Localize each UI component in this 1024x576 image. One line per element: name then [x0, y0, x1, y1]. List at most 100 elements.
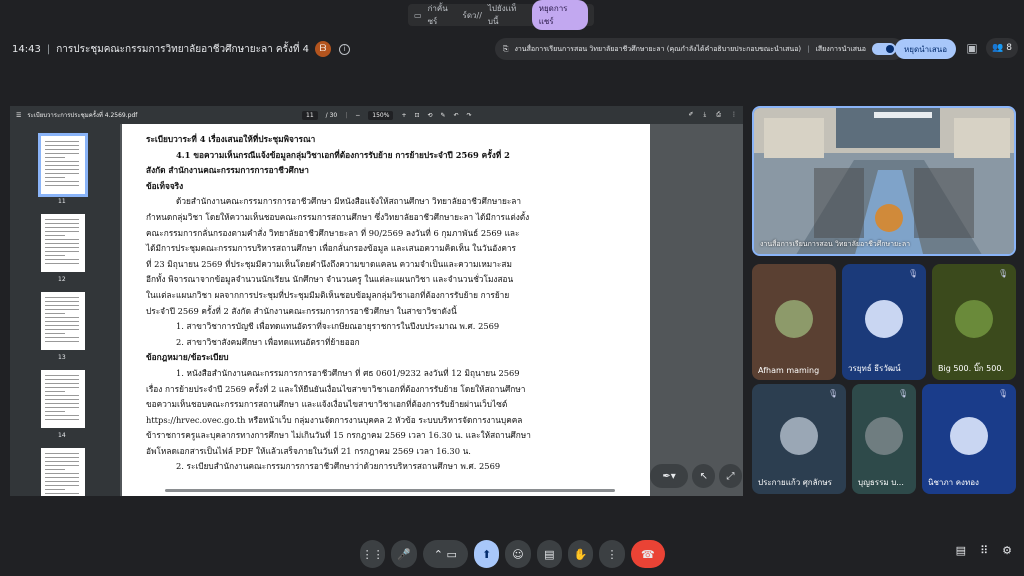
- thumbnail-sidebar: 11 12 13 14: [10, 124, 120, 496]
- side-panel-buttons: ▤ ⠿ ⚙: [956, 544, 1012, 557]
- participant-tile[interactable]: 🎙 ประกายแก้ว ศุกลักษร: [752, 384, 846, 494]
- end-call-button[interactable]: ☎: [630, 540, 666, 568]
- mic-muted-icon: 🎙: [998, 389, 1009, 398]
- thumbnail-page[interactable]: [41, 448, 85, 496]
- annotation-pen-icon[interactable]: ✒▾: [650, 464, 689, 488]
- participant-avatar: [865, 416, 903, 455]
- header-separator: |: [46, 43, 51, 55]
- pdf-paragraph: กำหนดกลุ่มวิชา โดยให้ความเห็นชอบคณะกรรมก…: [146, 211, 530, 222]
- undo-icon[interactable]: ↶: [454, 112, 459, 119]
- raise-hand-button[interactable]: ✋: [567, 540, 594, 568]
- mic-muted-icon: 🎙: [828, 389, 839, 398]
- pdf-paragraph: ได้มีการประชุมคณะกรรมการบริหารสถานศึกษา …: [146, 243, 516, 254]
- thumbnail-page[interactable]: [38, 133, 88, 197]
- microphone-button[interactable]: 🎤: [391, 540, 417, 568]
- present-icon: ⎘: [502, 44, 509, 53]
- thumbnail-label: 12: [58, 276, 66, 283]
- room-camera-tile[interactable]: งานสื่อการเรียนการสอน วิทยาลัยอาชีวศึกษา…: [752, 106, 1016, 256]
- pdf-paragraph: ในแต่ละแผนกวิชา ผลจากการประชุมที่ประชุมม…: [146, 289, 510, 300]
- pdf-paragraph: คณะกรรมการกลั่นกรองตามคำสั่ง วิทยาลัยอาช…: [146, 227, 520, 238]
- participant-avatar: [955, 299, 993, 338]
- participant-name: Big 500. บิ๊ก 500.: [938, 364, 1004, 373]
- people-button[interactable]: 👥 8: [986, 38, 1018, 58]
- share-bar: ▭ ก่าคั้นซร์ ร์ดว// ไปยังเเท็บนี้ หยุดกา…: [408, 0, 594, 30]
- pdf-paragraph: 2. สาขาวิชาสังคมศึกษา เพื่อทดแทนอัตราที่…: [176, 336, 360, 347]
- meeting-title: การประชุมคณะกรรมการวิทยาลัยอาชีวศึกษายะล…: [56, 43, 310, 55]
- room-camera-image: [754, 108, 1014, 254]
- emoji-button[interactable]: ☺: [505, 540, 531, 568]
- participant-avatar: [780, 416, 818, 455]
- pdf-paragraph: ที่ 23 มิถุนายน 2569 ที่ประชุมมีความเห็น…: [146, 258, 512, 269]
- thumbnail-page[interactable]: [41, 292, 85, 350]
- pdf-paragraph: 2. ระเบียบสำนักงานคณะกรรมการการอาชีวศึกษ…: [176, 461, 501, 472]
- pdf-paragraph: ข้อเท็จจริง: [146, 180, 184, 191]
- participant-name: Afham maming: [758, 366, 820, 375]
- more-options-button[interactable]: ⋮: [599, 540, 625, 568]
- shared-screen: ☰ ระเบียบวาระการประชุมครั้งที่ 4.2569.pd…: [10, 106, 743, 496]
- participant-tile[interactable]: 🎙 นิชาภา คงทอง: [922, 384, 1016, 494]
- pointer-icon[interactable]: ↖: [692, 464, 716, 488]
- zoom-out-icon[interactable]: −: [355, 112, 360, 119]
- pdf-paragraph: อีกทั้ง พิจารณาจากข้อมูลจำนวนนักเรียน นั…: [146, 274, 514, 285]
- pdf-paragraph: 4.1 ขอความเห็นกรณีแจ้งข้อมูลกลุ่มวิชาเอก…: [176, 149, 510, 160]
- participant-tile[interactable]: 🎙 วรยุทธ์ ธีรวัฒน์: [842, 264, 926, 380]
- pdf-paragraph: ด้วยสำนักงานคณะกรรมการการอาชีวศึกษา มีหน…: [176, 196, 522, 207]
- print-icon[interactable]: ⎙: [716, 111, 721, 119]
- thumbnail-page[interactable]: [41, 214, 85, 272]
- pin-presentation-icon[interactable]: ▣: [964, 40, 980, 56]
- annotate-icon[interactable]: ✎: [441, 112, 446, 119]
- redo-icon[interactable]: ↷: [467, 112, 472, 119]
- pdf-paragraph: ข้อกฎหมาย/ข้อระเบียบ: [146, 352, 229, 363]
- room-camera-label: งานสื่อการเรียนการสอน วิทยาลัยอาชีวศึกษา…: [760, 240, 911, 248]
- more-icon[interactable]: ⋮: [731, 111, 737, 119]
- rotate-icon[interactable]: ⟲: [428, 112, 433, 119]
- activities-icon[interactable]: ⠿: [980, 544, 988, 557]
- presenting-text: งานสื่อการเรียนการสอน วิทยาลัยอาชีวศึกษา…: [514, 44, 802, 53]
- fullscreen-icon[interactable]: ⤢: [719, 464, 742, 488]
- stop-sharing-button[interactable]: หยุดการแชร์: [531, 0, 588, 30]
- presentation-audio-toggle[interactable]: [872, 43, 896, 55]
- participant-avatar: [775, 299, 813, 338]
- participant-avatar: [950, 416, 988, 455]
- recording-icon[interactable]: ᗷ: [315, 41, 332, 57]
- host-controls-icon[interactable]: ⚙: [1002, 544, 1012, 557]
- camera-button[interactable]: ⌃ ▭: [422, 540, 468, 568]
- thumbnail-label: 11: [58, 198, 66, 205]
- info-icon[interactable]: i: [339, 43, 351, 55]
- participant-name: วรยุทธ์ ธีรวัฒน์: [848, 364, 901, 373]
- page-number-input[interactable]: 11: [302, 110, 318, 120]
- presenting-banner: ⎘ งานสื่อการเรียนการสอน วิทยาลัยอาชีวศึก…: [494, 38, 904, 60]
- pdf-filename: ระเบียบวาระการประชุมครั้งที่ 4.2569.pdf: [27, 112, 138, 119]
- share-label-1[interactable]: ก่าคั้นซร์: [428, 2, 457, 28]
- zoom-level[interactable]: 150%: [368, 110, 394, 120]
- fit-page-icon[interactable]: ⊡: [414, 112, 419, 119]
- stop-presenting-button[interactable]: หยุดนำเสนอ: [894, 39, 956, 59]
- pdf-paragraph: ขอความเห็นชอบคณะกรรมการสถานศึกษา และแจ้ง…: [146, 399, 508, 410]
- pdf-paragraph: ข้าราชการครูและบุคลากรทางการศึกษา ไม่เกิ…: [146, 430, 531, 441]
- share-label-3[interactable]: ไปยังเเท็บนี้: [488, 2, 526, 28]
- pdf-paragraph: อัพโหลดเอกสารเป็นไฟล์ PDF ให้แล้วเสร็จภา…: [146, 445, 471, 456]
- thumbnail-page[interactable]: [41, 370, 85, 428]
- thumbnail-label: 13: [58, 354, 66, 361]
- pdf-page: ระเบียบวาระที่ 4 เรื่องเสนอให้ที่ประชุมพ…: [122, 124, 650, 496]
- share-label-2[interactable]: ร์ดว//: [463, 9, 482, 22]
- menu-icon[interactable]: ☰: [16, 112, 21, 119]
- pdf-paragraph: https://hrvec.ovec.go.th หรือหน้าเว็บ กล…: [146, 414, 523, 425]
- screen-share-controls: ✒▾ ↖ ⤢: [650, 464, 742, 492]
- captions-button[interactable]: ▤: [536, 540, 562, 568]
- pdf-paragraph: เรื่อง การย้ายประจำปี 2569 ครั้งที่ 2 แล…: [146, 383, 526, 394]
- present-screen-button[interactable]: ⬆: [473, 540, 500, 568]
- audio-level-icon[interactable]: ⋮⋮: [360, 540, 386, 568]
- mic-muted-icon: 🎙: [908, 269, 919, 278]
- participant-tile[interactable]: 🎙 Big 500. บิ๊ก 500.: [932, 264, 1016, 380]
- participant-tile[interactable]: 🎙 บุญธรรม บ...: [852, 384, 916, 494]
- download-icon[interactable]: ⤓: [704, 111, 707, 119]
- zoom-in-icon[interactable]: +: [401, 112, 406, 119]
- participant-name: นิชาภา คงทอง: [928, 478, 979, 487]
- mic-muted-icon: 🎙: [998, 269, 1009, 278]
- pen-icon[interactable]: ✐: [689, 111, 694, 119]
- participant-tile[interactable]: Afham maming: [752, 264, 836, 380]
- participant-name: ประกายแก้ว ศุกลักษร: [758, 478, 832, 487]
- chat-icon[interactable]: ▤: [956, 544, 966, 557]
- horizontal-scrollbar[interactable]: [165, 489, 615, 492]
